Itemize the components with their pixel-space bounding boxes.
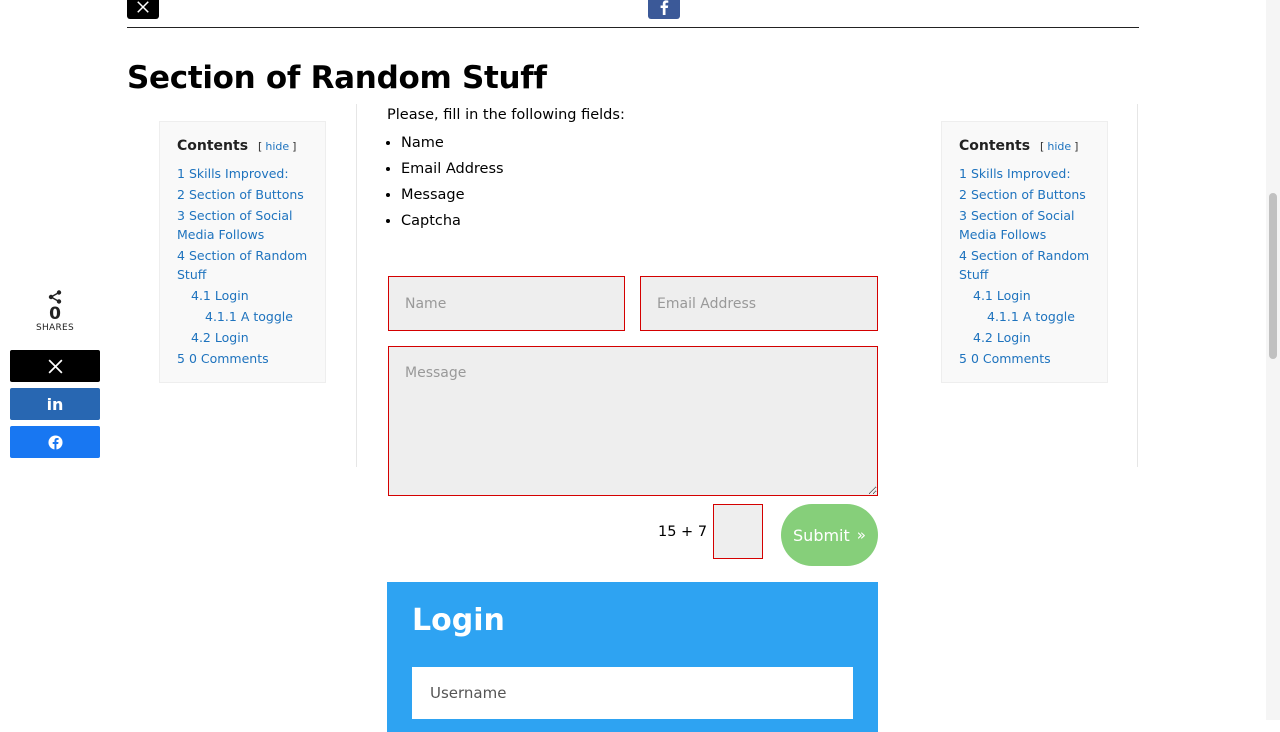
submit-button[interactable]: Submit » — [781, 504, 878, 566]
toc-item-random[interactable]: 4 Section of Random Stuff — [959, 246, 1097, 284]
toc-item-random[interactable]: 4 Section of Random Stuff — [177, 246, 315, 284]
scrollbar-thumb[interactable] — [1269, 193, 1277, 359]
toc-hide-link[interactable]: hide — [1047, 140, 1071, 153]
submit-label: Submit — [793, 525, 850, 545]
linkedin-icon: in — [46, 394, 64, 414]
captcha-input[interactable] — [713, 504, 763, 559]
share-count-label: SHARES — [35, 323, 75, 333]
share-x-button[interactable] — [10, 350, 100, 382]
login-title: Login — [412, 603, 505, 638]
toc-item-toggle[interactable]: 4.1.1 A toggle — [177, 307, 315, 326]
username-input[interactable] — [412, 667, 853, 719]
toc-item-comments[interactable]: 50 Comments — [177, 349, 315, 368]
toc-item-comments[interactable]: 50 Comments — [959, 349, 1097, 368]
section-title: Section of Random Stuff — [127, 60, 547, 96]
scrollbar-track[interactable] — [1266, 0, 1280, 720]
toc-list: 1 Skills Improved: 2 Section of Buttons 3S… — [177, 164, 315, 368]
x-icon — [48, 359, 62, 373]
toc-item-social[interactable]: 3 Section of Social Media Follows — [177, 206, 315, 244]
name-input[interactable] — [388, 276, 625, 331]
message-textarea[interactable] — [388, 346, 878, 496]
toc-item-buttons[interactable]: 2 Section of Buttons — [959, 185, 1097, 204]
share-linkedin-button[interactable]: in — [10, 388, 100, 420]
x-icon — [137, 0, 149, 13]
list-item: Email Address — [401, 156, 504, 182]
toc-toggle: [hide] — [258, 139, 297, 153]
toc-item-login[interactable]: 4.1 Login — [959, 286, 1097, 305]
toc-item-login-2[interactable]: 4.2 Login — [177, 328, 315, 347]
toc-right: Contents [hide] 1 Skills Improved: 2 Secti… — [941, 121, 1108, 383]
required-fields-list: Name Email Address Message Captcha — [387, 130, 504, 234]
toc-heading: Contents — [177, 138, 249, 154]
facebook-icon — [660, 0, 669, 15]
toc-left: Contents [hide] 1 Skills Improved: 2 Secti… — [159, 121, 326, 383]
list-item: Name — [401, 130, 504, 156]
toc-list: 1 Skills Improved: 2 Section of Buttons 3S… — [959, 164, 1097, 368]
list-item: Message — [401, 182, 504, 208]
share-facebook-button[interactable] — [10, 426, 100, 458]
toc-hide-link[interactable]: hide — [265, 140, 289, 153]
toc-item-buttons[interactable]: 2 Section of Buttons — [177, 185, 315, 204]
toc-item-login-2[interactable]: 4.2 Login — [959, 328, 1097, 347]
toc-item-login[interactable]: 4.1 Login — [177, 286, 315, 305]
toc-item-skills[interactable]: 1 Skills Improved: — [177, 164, 315, 183]
share-count-value: 0 — [49, 304, 61, 324]
toc-item-skills[interactable]: 1 Skills Improved: — [959, 164, 1097, 183]
facebook-icon — [47, 434, 63, 450]
toc-toggle: [hide] — [1040, 139, 1079, 153]
toc-heading: Contents — [959, 138, 1031, 154]
column-divider-left — [356, 104, 357, 467]
email-input[interactable] — [640, 276, 878, 331]
toc-item-toggle[interactable]: 4.1.1 A toggle — [959, 307, 1097, 326]
share-counter: 0 SHARES — [10, 290, 100, 333]
toc-item-social[interactable]: 3 Section of Social Media Follows — [959, 206, 1097, 244]
chevron-right-icon: » — [856, 526, 866, 544]
share-icon — [48, 290, 62, 304]
top-divider — [127, 27, 1139, 28]
list-item: Captcha — [401, 208, 504, 234]
form-intro: Please, fill in the following fields: — [387, 107, 625, 123]
column-divider-right — [1137, 104, 1138, 467]
top-x-button[interactable] — [127, 0, 159, 19]
top-facebook-button[interactable] — [648, 0, 680, 19]
